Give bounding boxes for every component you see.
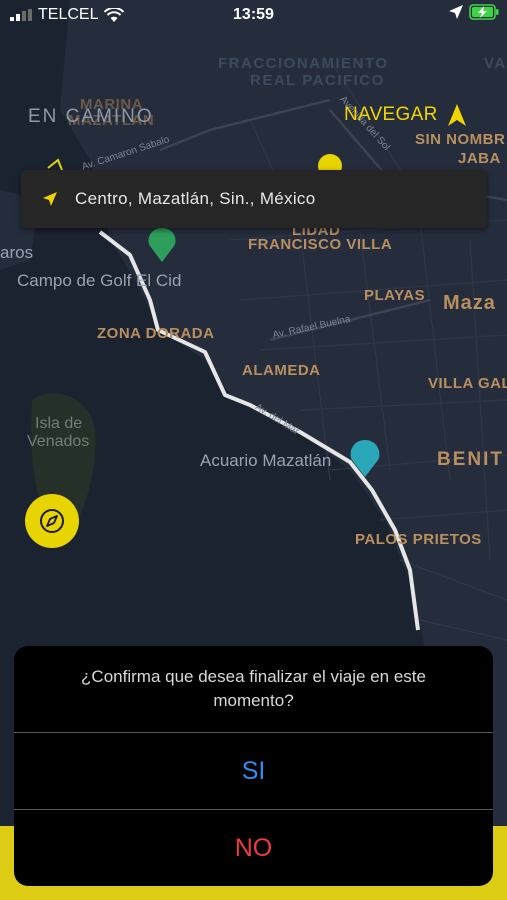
area-label-jaba: JABA	[458, 150, 501, 167]
area-label-playas: PLAYAS	[364, 287, 426, 304]
compass-button[interactable]	[25, 494, 79, 548]
poi-label-isla-venados-1: Isla de	[35, 415, 83, 432]
area-label-mazatlan-city: Maza	[443, 292, 496, 314]
area-label-real-pacifico: REAL PACIFICO	[250, 72, 385, 89]
status-time: 13:59	[233, 6, 274, 23]
poi-label-isla-venados-2: Venados	[27, 433, 90, 450]
area-label-alameda: ALAMEDA	[242, 362, 321, 379]
area-label-sin-nombre: SIN NOMBR	[415, 131, 506, 148]
dialog-message: ¿Confirma que desea finalizar el viaje e…	[81, 667, 426, 710]
area-label-zona-dorada: ZONA DORADA	[97, 325, 215, 342]
poi-label-campo-golf[interactable]: Campo de Golf El Cid	[17, 271, 181, 291]
location-arrow-icon	[449, 5, 463, 19]
en-camino-label: EN CAMINO	[28, 106, 154, 127]
battery-charging-icon	[469, 4, 499, 20]
yes-button[interactable]: SI	[14, 733, 493, 809]
area-label-benito: BENIT	[437, 449, 504, 470]
status-bar: TELCEL 13:59	[0, 0, 507, 30]
area-label-villa-gal: VILLA GAL	[428, 375, 507, 392]
status-right-group	[449, 4, 499, 20]
location-arrow-icon	[43, 192, 57, 206]
no-button[interactable]: NO	[14, 810, 493, 886]
location-bar[interactable]: Centro, Mazatlán, Sin., México	[21, 170, 487, 228]
area-label-palos-prietos: PALOS PRIETOS	[355, 531, 482, 548]
area-label-fraccionamiento: FRACCIONAMIENTO	[218, 55, 389, 72]
poi-label-acuario[interactable]: Acuario Mazatlán	[200, 451, 331, 471]
poi-label-aros: aros	[0, 243, 34, 262]
area-label-francisco-villa: FRANCISCO VILLA	[248, 236, 393, 253]
location-text: Centro, Mazatlán, Sin., México	[75, 189, 316, 208]
confirm-dialog: ¿Confirma que desea finalizar el viaje e…	[14, 646, 493, 886]
compass-icon	[40, 509, 64, 533]
navegar-label: NAVEGAR	[344, 104, 438, 125]
navigation-arrow-icon	[447, 104, 466, 126]
navegar-button[interactable]: NAVEGAR	[344, 104, 466, 126]
area-label-va: VA	[484, 55, 507, 72]
